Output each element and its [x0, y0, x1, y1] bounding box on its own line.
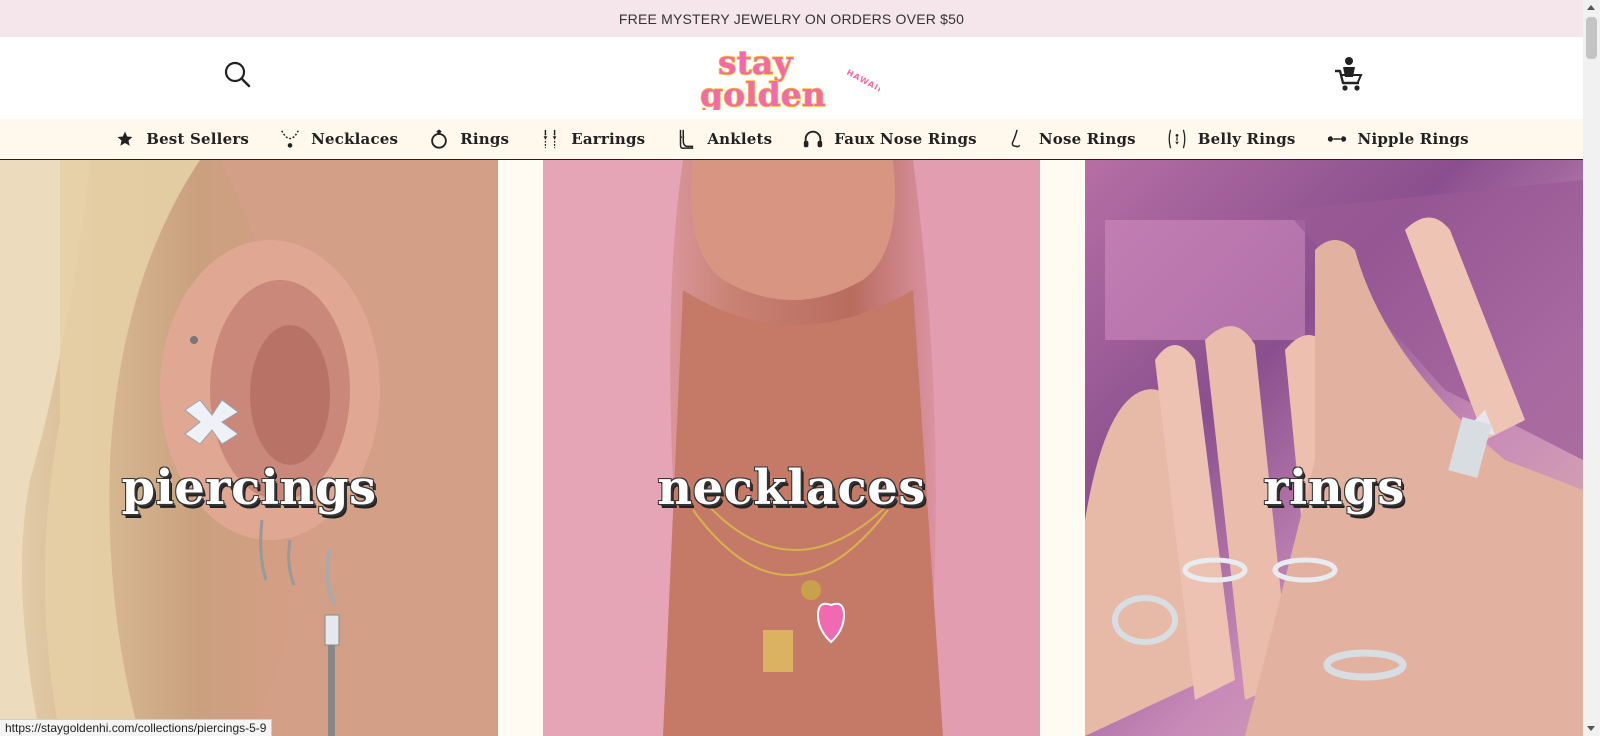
tile-label: rings — [1263, 460, 1405, 516]
nav-label: Nose Rings — [1038, 130, 1136, 148]
nav-item-best-sellers[interactable]: Best Sellers — [114, 128, 249, 150]
nav-item-faux-nose-rings[interactable]: Faux Nose Rings — [802, 128, 977, 150]
collection-tile-necklaces[interactable]: necklaces — [543, 160, 1040, 736]
necklaces-photo — [543, 160, 1040, 736]
nav-label: Anklets — [707, 130, 773, 148]
cart-button[interactable] — [1333, 55, 1365, 93]
nav-item-earrings[interactable]: Earrings — [539, 128, 645, 150]
scroll-thumb[interactable] — [1586, 17, 1597, 59]
announcement-text: FREE MYSTERY JEWELRY ON ORDERS OVER $50 — [618, 10, 965, 27]
nav-label: Belly Rings — [1197, 130, 1296, 148]
piercings-photo — [0, 160, 498, 736]
search-button[interactable] — [222, 59, 254, 91]
rings-photo — [1085, 180, 1583, 736]
ring-icon — [428, 128, 450, 150]
necklace-icon — [279, 128, 301, 150]
nav-label: Nipple Rings — [1357, 130, 1469, 148]
page: FREE MYSTERY JEWELRY ON ORDERS OVER $50 … — [0, 0, 1583, 736]
faux-nose-ring-icon — [802, 128, 824, 150]
nav-label: Rings — [460, 130, 510, 148]
store-logo[interactable]: stay golden HAWAII — [698, 42, 884, 115]
nav-item-belly-rings[interactable]: Belly Rings — [1166, 128, 1296, 150]
announcement-bar: FREE MYSTERY JEWELRY ON ORDERS OVER $50 — [0, 0, 1583, 37]
collection-tile-rings[interactable]: rings — [1085, 160, 1583, 736]
scroll-up-icon[interactable] — [1587, 5, 1595, 10]
nav-item-nipple-rings[interactable]: Nipple Rings — [1326, 128, 1469, 150]
site-header: stay golden HAWAII — [0, 37, 1583, 119]
star-icon — [114, 128, 136, 150]
anklet-icon — [675, 128, 697, 150]
status-bar-url: https://staygoldenhi.com/collections/pie… — [0, 719, 273, 736]
svg-text:golden: golden — [700, 75, 826, 110]
nav-item-nose-rings[interactable]: Nose Rings — [1007, 128, 1136, 150]
belly-ring-icon — [1166, 128, 1188, 150]
nav-label: Necklaces — [311, 130, 399, 148]
earrings-icon — [539, 128, 561, 150]
collection-tiles: piercings necklaces rings — [0, 160, 1583, 736]
nav-label: Best Sellers — [146, 130, 250, 148]
tile-label: necklaces — [657, 460, 926, 516]
tile-label: piercings — [121, 460, 377, 516]
page-scrollbar[interactable] — [1583, 0, 1600, 736]
nav-label: Earrings — [571, 130, 646, 148]
category-nav: Best Sellers Necklaces Rings Earrings An… — [0, 119, 1583, 160]
search-icon — [224, 61, 251, 88]
nose-icon — [1007, 128, 1029, 150]
collection-tile-piercings[interactable]: piercings — [0, 160, 498, 736]
nav-item-rings[interactable]: Rings — [428, 128, 509, 150]
cart-icon — [1335, 57, 1363, 91]
scroll-down-icon[interactable] — [1587, 726, 1595, 731]
nav-label: Faux Nose Rings — [834, 130, 977, 148]
svg-text:HAWAII: HAWAII — [845, 68, 880, 94]
nipple-ring-icon — [1326, 128, 1348, 150]
nav-item-anklets[interactable]: Anklets — [675, 128, 772, 150]
nav-item-necklaces[interactable]: Necklaces — [279, 128, 398, 150]
